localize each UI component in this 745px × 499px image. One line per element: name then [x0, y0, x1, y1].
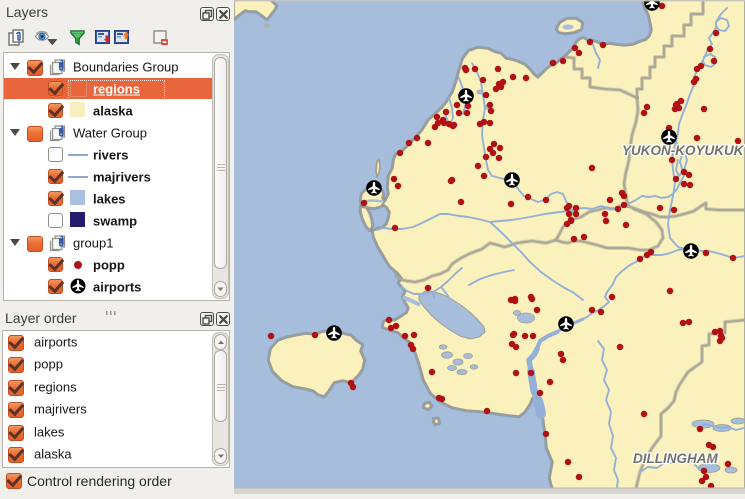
svg-text:DILLINGHAM: DILLINGHAM: [633, 451, 718, 466]
svg-text:YUKON-KOYUKUK: YUKON-KOYUKUK: [622, 143, 745, 158]
